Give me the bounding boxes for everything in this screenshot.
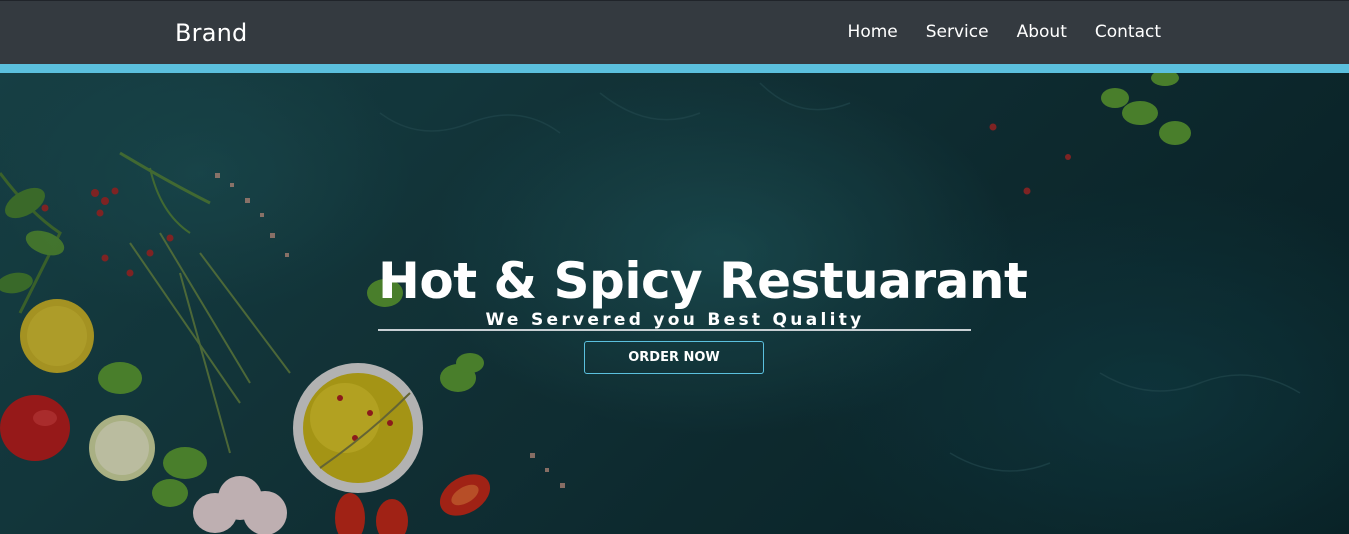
brand-link[interactable]: Brand <box>175 19 247 47</box>
nav-link-home[interactable]: Home <box>848 22 898 42</box>
navbar-accent-bar <box>0 64 1349 73</box>
hero-divider <box>378 329 971 331</box>
navbar: Brand Home Service About Contact <box>0 0 1349 64</box>
hero-subtitle: We Servered you Best Quality <box>485 310 865 330</box>
nav-links: Home Service About Contact <box>848 22 1161 42</box>
order-now-button[interactable]: ORDER NOW <box>584 341 764 374</box>
nav-link-contact[interactable]: Contact <box>1095 22 1161 42</box>
nav-link-about[interactable]: About <box>1017 22 1067 42</box>
nav-link-service[interactable]: Service <box>926 22 989 42</box>
hero-section: Hot & Spicy Restuarant We Servered you B… <box>0 73 1349 534</box>
hero-title: Hot & Spicy Restuarant <box>378 252 1028 310</box>
